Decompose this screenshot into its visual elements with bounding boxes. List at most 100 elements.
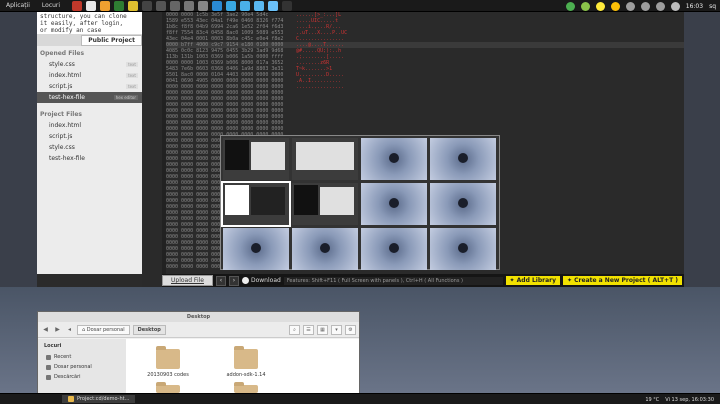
ascii-row[interactable]: ................ [296,84,347,90]
place-label: Recent [54,354,72,360]
datetime-indicator[interactable]: Vi 13 sep, 16:03:30 [665,397,714,403]
tray-icon[interactable] [595,1,605,11]
folder-icon[interactable] [234,346,258,369]
file-type-badge: text [126,84,138,89]
breadcrumb-desktop[interactable]: Desktop [132,324,166,335]
file-item-test-hex-file[interactable]: test-hex-file hex editor [37,92,142,103]
list-view-icon[interactable]: ☰ [303,324,314,335]
weather-indicator[interactable]: 19 °C [645,397,659,403]
file-item-script-js[interactable]: script.js [37,131,142,142]
file-item-style-css[interactable]: style.css text [37,59,142,70]
workspace-9[interactable] [223,228,289,270]
breadcrumb-home[interactable]: ⌂ Dosar personal [77,324,130,335]
launcher-icon[interactable] [86,0,97,11]
workspace-4[interactable] [430,138,496,180]
place-home[interactable]: Dosar personal [38,362,126,372]
tray-icon[interactable] [610,1,620,11]
launcher-icon[interactable] [114,0,125,11]
launcher-icon[interactable] [254,0,265,11]
features-hint: Features: Shift+F11 ( Full Screen with p… [283,276,503,285]
launcher-icon[interactable] [184,0,195,11]
workspace-12[interactable] [430,228,496,270]
launcher-icon[interactable] [282,0,293,11]
file-item-test-hex-file[interactable]: test-hex-file [37,153,142,164]
launcher-icon[interactable] [128,0,139,11]
search-icon[interactable]: ⌕ [289,324,300,335]
tray-icon[interactable] [625,1,635,11]
panel-clock[interactable]: 16:03 [686,3,703,10]
user-menu[interactable]: sq [709,3,716,10]
window-title[interactable]: Desktop [38,312,359,322]
bottom-tray: 19 °C Vi 13 sep, 16:03:30 [645,394,714,404]
file-manager-window: Desktop ◀ ▶ ◂ ⌂ Dosar personal Desktop ⌕… [37,311,360,393]
launcher-icon[interactable] [240,0,251,11]
clock-icon [46,354,51,360]
file-type-badge: text [126,73,138,78]
workspace-5[interactable] [221,181,291,227]
folder-label[interactable]: addon-sdk-1.14 [216,372,276,378]
places-sidebar: Locuri Recent Dosar personal Descărcări [38,339,126,393]
folder-icon[interactable] [156,346,180,369]
public-project-button[interactable]: Public Project [81,34,142,46]
distro-logo-icon [458,153,468,163]
top-panel: Aplicații Locuri 16:03 sq [0,0,720,12]
readme-preview: structure, you can clone it easily, afte… [37,12,142,34]
tray-icon[interactable] [640,1,650,11]
file-view: 20130903 codes addon-sdk-1.14 [126,339,359,393]
folder-label[interactable]: 20130903 codes [138,372,198,378]
grid-view-icon[interactable]: ▦ [317,324,328,335]
launcher-icon[interactable] [170,0,181,11]
workspace-7[interactable] [361,183,427,225]
file-name: index.html [49,72,81,79]
workspace-6[interactable] [292,183,358,225]
launcher-icon[interactable] [100,0,111,11]
tray-icon[interactable] [565,1,575,11]
new-project-button[interactable]: ✦ Create a New Project ( ALT+T ) [563,276,682,285]
launcher-icon[interactable] [268,0,279,11]
file-item-index-html[interactable]: index.html [37,120,142,131]
tray-icon[interactable] [655,1,665,11]
places-menu[interactable]: Locuri [36,2,66,9]
browser-icon [68,396,74,402]
file-item-index-html[interactable]: index.html text [37,70,142,81]
workspace-8[interactable] [430,183,496,225]
launcher-icon[interactable] [156,0,167,11]
launcher-icon[interactable] [212,0,223,11]
previous-button[interactable]: ‹ [215,275,226,286]
folder-icon[interactable] [234,382,258,393]
bottom-panel: Project:cd/demo-ht... 19 °C Vi 13 sep, 1… [0,393,720,404]
launcher-icon[interactable] [72,0,83,11]
applications-menu[interactable]: Aplicații [0,2,36,9]
tray-icon[interactable] [580,1,590,11]
file-name: script.js [49,83,73,90]
public-project-bar: Public Project [37,34,142,46]
back-icon[interactable]: ◀ [41,325,50,334]
gear-icon[interactable]: ⚙ [345,324,356,335]
workspace-1[interactable] [223,138,289,180]
ascii-column[interactable]: ......[>_:...]L .....UIC.....t ....i.,...R… [296,12,347,90]
taskbar-item[interactable]: Project:cd/demo-ht... [62,395,136,403]
sort-down-icon[interactable]: ▾ [331,324,342,335]
launcher-icon[interactable] [142,0,153,11]
workspace-2[interactable] [292,138,358,180]
place-downloads[interactable]: Descărcări [38,372,126,382]
forward-icon[interactable]: ▶ [53,325,62,334]
next-button[interactable]: › [228,275,239,286]
tray-icon[interactable] [670,1,680,11]
launcher-icon[interactable] [198,0,209,11]
download-button[interactable]: Download [241,277,281,284]
workspace-11[interactable] [361,228,427,270]
project-files-list: index.html script.js style.css test-hex-fil… [37,120,142,164]
launcher-icon[interactable] [226,0,237,11]
workspace-3[interactable] [361,138,427,180]
upload-file-button[interactable]: Upload File [162,275,213,286]
workspace-10[interactable] [292,228,358,270]
file-name: style.css [49,144,75,151]
place-recent[interactable]: Recent [38,352,126,362]
file-item-style-css[interactable]: style.css [37,142,142,153]
folder-icon[interactable] [156,382,180,393]
location-toggle-icon[interactable]: ◂ [65,325,74,334]
file-name: index.html [49,122,81,129]
file-item-script-js[interactable]: script.js text [37,81,142,92]
add-library-button[interactable]: ✦ Add Library [505,276,561,285]
